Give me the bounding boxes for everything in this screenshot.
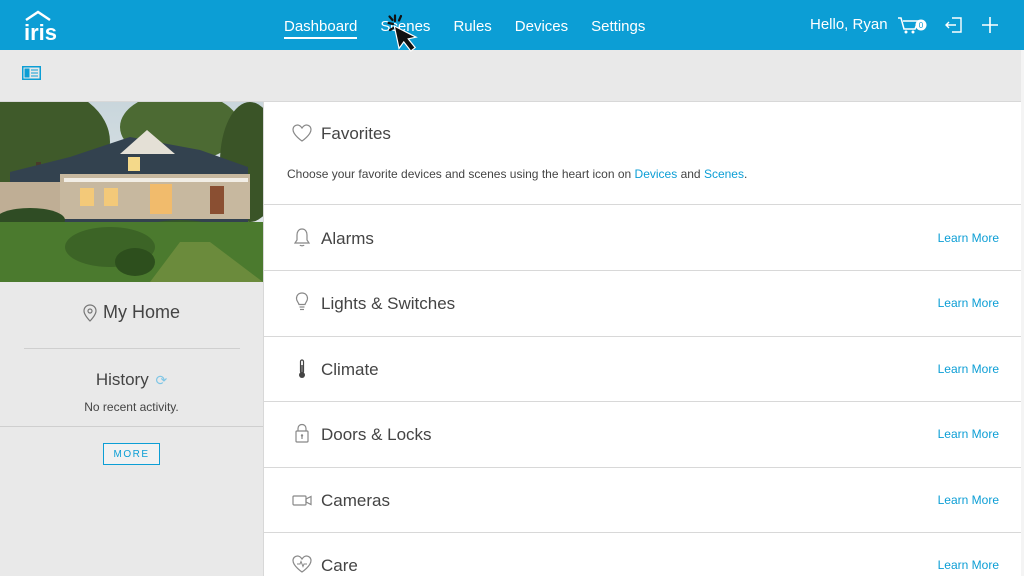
home-name-label: My Home — [102, 302, 180, 322]
history-heading: History ⟳ — [0, 370, 263, 390]
dashboard-cards: Favorites Choose your favorite devices a… — [263, 102, 1022, 576]
logo-text: iris — [24, 20, 57, 42]
card-title: Lights & Switches — [321, 294, 456, 313]
card-title: Care — [321, 556, 358, 575]
learn-more-link[interactable]: Learn More — [938, 362, 999, 376]
card-title: Favorites — [321, 124, 391, 143]
card-alarms[interactable]: Alarms Learn More — [264, 205, 1022, 271]
location-pin-icon — [83, 303, 97, 322]
lock-icon — [295, 423, 309, 443]
logout-icon[interactable] — [944, 15, 964, 35]
home-sidebar: My Home History ⟳ No recent activity. MO… — [0, 102, 263, 576]
cart-count: 0 — [919, 21, 924, 30]
scenes-link[interactable]: Scenes — [704, 167, 744, 181]
card-cameras[interactable]: Cameras Learn More — [264, 468, 1022, 533]
card-care[interactable]: Care Learn More — [264, 533, 1022, 576]
card-title: Doors & Locks — [321, 425, 432, 444]
iris-logo[interactable]: iris — [22, 8, 70, 42]
more-button[interactable]: MORE — [103, 443, 160, 465]
favorites-desc-text: Choose your favorite devices and scenes … — [287, 167, 635, 181]
refresh-icon[interactable]: ⟳ — [155, 372, 167, 388]
nav-settings[interactable]: Settings — [591, 16, 645, 35]
top-navigation-bar: iris Dashboard Scenes Rules Devices Sett… — [0, 0, 1024, 50]
home-photo — [0, 102, 263, 282]
history-empty-text: No recent activity. — [84, 400, 179, 414]
favorites-description: Choose your favorite devices and scenes … — [287, 167, 747, 181]
nav-dashboard[interactable]: Dashboard — [284, 16, 358, 39]
care-heart-icon — [292, 555, 312, 573]
favorites-desc-text: . — [743, 167, 748, 181]
mouse-cursor-icon — [387, 14, 418, 52]
card-favorites: Favorites Choose your favorite devices a… — [264, 102, 1022, 205]
home-name[interactable]: My Home — [0, 302, 263, 323]
favorites-desc-text: and — [677, 167, 704, 181]
learn-more-link[interactable]: Learn More — [938, 296, 999, 310]
divider — [24, 348, 240, 349]
main-nav: Dashboard Scenes Rules Devices Settings — [284, 0, 668, 50]
card-doors-locks[interactable]: Doors & Locks Learn More — [264, 402, 1022, 468]
camera-icon — [292, 495, 312, 506]
learn-more-link[interactable]: Learn More — [938, 427, 999, 441]
learn-more-link[interactable]: Learn More — [938, 231, 999, 245]
card-title: Cameras — [321, 491, 390, 510]
learn-more-link[interactable]: Learn More — [938, 558, 999, 572]
nav-devices[interactable]: Devices — [515, 16, 568, 35]
divider — [0, 426, 263, 427]
thermometer-icon — [299, 359, 305, 378]
learn-more-link[interactable]: Learn More — [938, 493, 999, 507]
nav-rules[interactable]: Rules — [453, 16, 491, 35]
devices-link[interactable]: Devices — [635, 167, 678, 181]
heart-icon — [292, 124, 312, 142]
user-greeting[interactable]: Hello, Ryan — [810, 16, 888, 33]
card-lights-switches[interactable]: Lights & Switches Learn More — [264, 271, 1022, 337]
layout-toggle-icon[interactable] — [22, 66, 41, 80]
cart-icon[interactable]: 0 — [897, 15, 929, 35]
toolbar — [0, 50, 1024, 102]
bell-icon — [293, 228, 311, 247]
lightbulb-icon — [295, 292, 309, 311]
history-title: History — [95, 370, 149, 389]
card-climate[interactable]: Climate Learn More — [264, 337, 1022, 402]
card-title: Alarms — [321, 229, 374, 248]
add-icon[interactable] — [980, 14, 1000, 36]
card-title: Climate — [321, 360, 379, 379]
